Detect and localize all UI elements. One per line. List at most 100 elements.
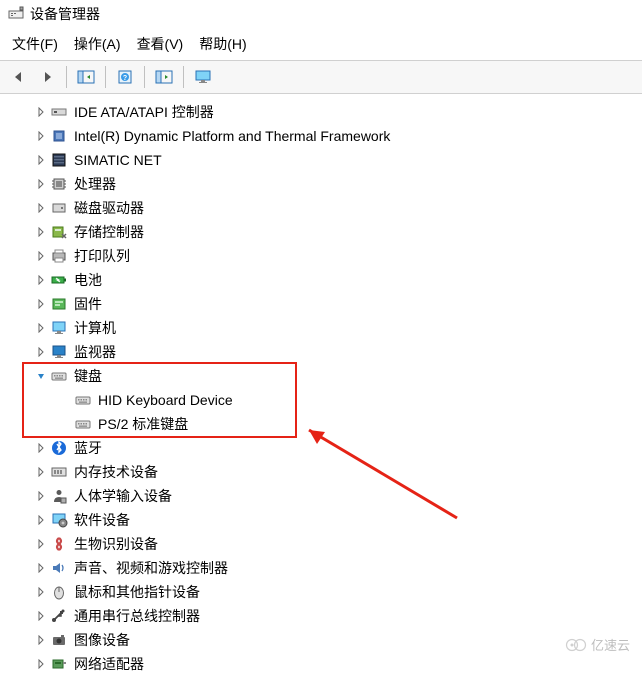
tree-item[interactable]: 计算机 [0,316,642,340]
tree-item-label: 计算机 [74,318,116,338]
svg-text:?: ? [123,75,127,82]
bio-icon [50,535,68,553]
menu-action[interactable]: 操作(A) [74,34,121,54]
tree-item[interactable]: 软件设备 [0,508,642,532]
tree-item[interactable]: 生物识别设备 [0,532,642,556]
chevron-right-icon[interactable] [34,465,48,479]
menu-view[interactable]: 查看(V) [137,34,184,54]
tree-item[interactable]: 处理器 [0,172,642,196]
chevron-right-icon[interactable] [34,129,48,143]
tree-item[interactable]: 通用串行总线控制器 [0,604,642,628]
menu-file[interactable]: 文件(F) [12,34,58,54]
computer-icon [50,319,68,337]
tree-item-label: 人体学输入设备 [74,486,172,506]
tree-item[interactable]: 人体学输入设备 [0,484,642,508]
mouse-icon [50,583,68,601]
chevron-right-icon[interactable] [34,225,48,239]
hid-icon [50,487,68,505]
back-button[interactable] [6,65,32,89]
tree-item[interactable]: 固件 [0,292,642,316]
tree-item-label: 处理器 [74,174,116,194]
tree-item[interactable]: SIMATIC NET [0,148,642,172]
battery-icon [50,271,68,289]
chevron-right-icon[interactable] [34,201,48,215]
tree-item-label: 生物识别设备 [74,534,158,554]
rack-icon [50,151,68,169]
tree-item[interactable]: 声音、视频和游戏控制器 [0,556,642,580]
tree-item-label: 存储控制器 [74,222,144,242]
expander-none [58,393,72,407]
tree-item[interactable]: PS/2 标准键盘 [0,412,642,436]
forward-button[interactable] [34,65,60,89]
tree-item[interactable]: 打印队列 [0,244,642,268]
tree-item-label: 声音、视频和游戏控制器 [74,558,228,578]
monitor-button[interactable] [190,65,216,89]
tree-item-label: 网络适配器 [74,654,144,674]
tree-item-label: Intel(R) Dynamic Platform and Thermal Fr… [74,128,390,144]
chevron-right-icon[interactable] [34,105,48,119]
chevron-right-icon[interactable] [34,657,48,671]
monitor-icon [50,343,68,361]
chevron-right-icon[interactable] [34,561,48,575]
ide-icon [50,103,68,121]
chevron-right-icon[interactable] [34,297,48,311]
tree-item-label: 蓝牙 [74,438,102,458]
chevron-right-icon[interactable] [34,609,48,623]
chevron-right-icon[interactable] [34,513,48,527]
storage-icon [50,223,68,241]
tree-item-label: 键盘 [74,366,102,386]
chevron-right-icon[interactable] [34,489,48,503]
chevron-right-icon[interactable] [34,585,48,599]
tree-item[interactable]: 图像设备 [0,628,642,652]
camera-icon [50,631,68,649]
toolbar-separator [105,66,106,88]
memory-icon [50,463,68,481]
expander-none [58,417,72,431]
tree-item[interactable]: 电池 [0,268,642,292]
tree-item[interactable]: 存储控制器 [0,220,642,244]
tree-item-label: IDE ATA/ATAPI 控制器 [74,102,214,122]
chevron-right-icon[interactable] [34,441,48,455]
disk-icon [50,199,68,217]
chevron-right-icon[interactable] [34,249,48,263]
keyboard-icon [74,391,92,409]
chevron-right-icon[interactable] [34,537,48,551]
menu-help[interactable]: 帮助(H) [199,34,246,54]
printer-icon [50,247,68,265]
window-title: 设备管理器 [30,4,100,24]
chevron-right-icon[interactable] [34,321,48,335]
chevron-right-icon[interactable] [34,345,48,359]
chip-icon [50,127,68,145]
tree-item-label: 监视器 [74,342,116,362]
tree-item[interactable]: IDE ATA/ATAPI 控制器 [0,100,642,124]
show-hide-button[interactable] [73,65,99,89]
tree-item[interactable]: Intel(R) Dynamic Platform and Thermal Fr… [0,124,642,148]
chevron-right-icon[interactable] [34,273,48,287]
tree-item[interactable]: 键盘 [0,364,642,388]
chevron-down-icon[interactable] [34,369,48,383]
help-button[interactable]: ? [112,65,138,89]
keyboard-icon [50,367,68,385]
tree-item[interactable]: HID Keyboard Device [0,388,642,412]
tree-item[interactable]: 网络适配器 [0,652,642,676]
toolbar-separator [144,66,145,88]
tree-item-label: 软件设备 [74,510,130,530]
tree-item-label: 固件 [74,294,102,314]
tree-item-label: SIMATIC NET [74,152,162,168]
firmware-icon [50,295,68,313]
usb-icon [50,607,68,625]
tree-item-label: 磁盘驱动器 [74,198,144,218]
tree-item[interactable]: 内存技术设备 [0,460,642,484]
tree-item[interactable]: 磁盘驱动器 [0,196,642,220]
chevron-right-icon[interactable] [34,633,48,647]
chevron-right-icon[interactable] [34,177,48,191]
keyboard-icon [74,415,92,433]
chevron-right-icon[interactable] [34,153,48,167]
tree-item[interactable]: 蓝牙 [0,436,642,460]
tree-item-label: 鼠标和其他指针设备 [74,582,200,602]
bluetooth-icon [50,439,68,457]
tree-item[interactable]: 鼠标和其他指针设备 [0,580,642,604]
scan-hardware-button[interactable] [151,65,177,89]
tree-item[interactable]: 监视器 [0,340,642,364]
network-icon [50,655,68,673]
